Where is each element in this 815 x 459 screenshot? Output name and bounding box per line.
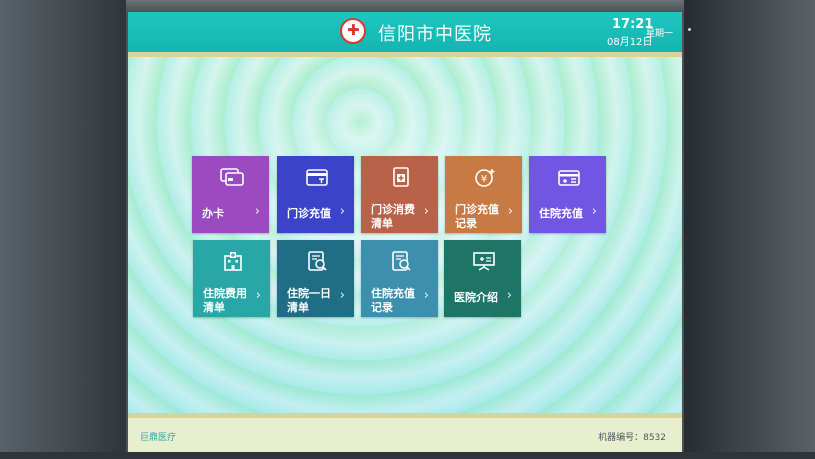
tile-inpatient-recharge-record[interactable]: 住院充值记录 › [361, 240, 438, 317]
recharge-card-icon [306, 169, 328, 186]
tile-outpatient-recharge-record[interactable]: ¥ 门诊充值记录 › [445, 156, 522, 233]
daily-report-icon [308, 251, 327, 271]
tile-get-card[interactable]: 办卡 › [192, 156, 269, 233]
tile-label: 住院费用清单 [203, 287, 247, 314]
chevron-right-icon: › [423, 288, 429, 303]
footer-bar: 巨鼎医疗 机器编号：8532 [128, 418, 682, 452]
tile-inpatient-expense-list[interactable]: 住院费用清单 › [193, 240, 270, 317]
tile-inpatient-daily-list[interactable]: 住院一日清单 › [277, 240, 354, 317]
card-icon [220, 168, 244, 186]
tile-label: 门诊消费清单 [371, 203, 415, 230]
tile-hospital-introduction[interactable]: 医院介绍 › [444, 240, 521, 317]
chevron-right-icon: › [507, 204, 513, 219]
tile-outpatient-expense-list[interactable]: 门诊消费清单 › [361, 156, 438, 233]
monitor-bezel-right [684, 0, 815, 459]
tile-label: 住院一日清单 [287, 287, 331, 314]
machine-number: 机器编号：8532 [598, 433, 666, 443]
medical-record-icon [393, 167, 409, 187]
vendor-name: 巨鼎医疗 [140, 433, 177, 443]
tile-label: 办卡 [202, 207, 224, 220]
monitor-bezel-left [0, 0, 126, 459]
power-led [688, 28, 691, 31]
tile-label: 门诊充值 [287, 207, 331, 220]
hospital-logo-icon [340, 18, 366, 44]
chevron-right-icon: › [255, 288, 261, 303]
svg-text:¥: ¥ [481, 174, 487, 185]
yuan-add-icon: ¥ [475, 169, 495, 187]
inpatient-card-icon [558, 170, 580, 186]
chevron-right-icon: › [506, 288, 512, 303]
clock-date: 08月12日 [607, 37, 653, 48]
tile-label: 医院介绍 [454, 291, 498, 304]
hospital-building-icon [224, 252, 242, 271]
tile-label: 住院充值记录 [371, 287, 415, 314]
kiosk-screen: 信阳市中医院 17:21 星期一 08月12日 办卡 › 门诊充值 › 门诊消费… [128, 12, 682, 452]
tile-label: 门诊充值记录 [455, 203, 499, 230]
tile-inpatient-recharge[interactable]: 住院充值 › [529, 156, 606, 233]
hospital-name: 信阳市中医院 [378, 24, 492, 45]
header-bar: 信阳市中医院 17:21 星期一 08月12日 [128, 12, 682, 52]
tile-label: 住院充值 [539, 207, 583, 220]
chevron-right-icon: › [254, 204, 260, 219]
presentation-board-icon [473, 252, 495, 271]
chevron-right-icon: › [339, 288, 345, 303]
chevron-right-icon: › [339, 204, 345, 219]
header-divider [128, 52, 682, 57]
chevron-right-icon: › [423, 204, 429, 219]
tile-outpatient-recharge[interactable]: 门诊充值 › [277, 156, 354, 233]
chevron-right-icon: › [591, 204, 597, 219]
monitor-bezel-bottom [0, 452, 815, 459]
recharge-record-icon [392, 251, 411, 271]
